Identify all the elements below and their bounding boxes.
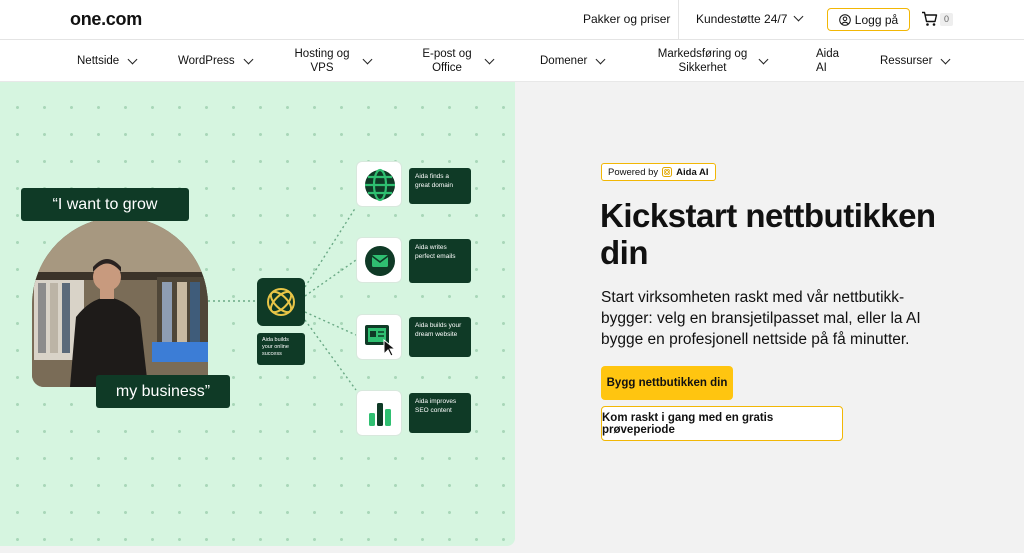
nav-item-label: Aida AI <box>816 48 840 74</box>
website-icon <box>356 314 402 360</box>
aida-core-icon <box>257 278 305 326</box>
center-caption: Aida builds your online success <box>257 333 305 365</box>
hero-description: Start virksomheten raskt med vår nettbut… <box>601 289 921 348</box>
nav-item-label: Nettside <box>77 55 120 67</box>
chevron-down-icon <box>595 54 606 64</box>
hero-illustration: “I want to grow my business” Aida builds… <box>0 82 515 546</box>
nav-item-label: WordPress <box>178 55 235 67</box>
aida-logo-icon <box>662 167 673 177</box>
user-icon <box>838 13 851 26</box>
powered-by-label: Powered by <box>608 166 659 178</box>
aida-brand-label: Aida AI <box>676 166 709 178</box>
page-title: Kickstart nettbutikken din <box>600 197 936 271</box>
nav-item-wordpress[interactable]: WordPress <box>178 40 254 82</box>
tile-label: Aida builds your dream website <box>409 317 471 357</box>
free-trial-button[interactable]: Kom raskt i gang med en gratis prøveperi… <box>601 406 843 441</box>
packages-link[interactable]: Pakker og priser <box>583 12 670 26</box>
one-com-logo[interactable]: one.com <box>70 9 142 30</box>
nav-item-label: E-post og Office <box>422 48 472 74</box>
nav-item-nettside[interactable]: Nettside <box>77 40 138 82</box>
login-button[interactable]: Logg på <box>827 8 910 31</box>
nav-item-label: Ressurser <box>880 55 933 67</box>
quote-bubble-bottom: my business” <box>96 375 230 408</box>
chevron-down-icon <box>758 54 769 64</box>
globe-icon <box>356 161 402 207</box>
top-divider <box>678 0 679 40</box>
cart-icon[interactable] <box>921 11 938 27</box>
tile-label: Aida writes perfect emails <box>409 239 471 283</box>
nav-item-hosting[interactable]: Hosting og VPS <box>290 40 373 82</box>
chevron-down-icon <box>484 54 495 64</box>
build-webshop-button[interactable]: Bygg nettbutikken din <box>601 366 733 400</box>
nav-item-label: Hosting og VPS <box>294 48 350 74</box>
login-label: Logg på <box>854 12 899 27</box>
main-nav: Nettside WordPress Hosting og VPS E-post… <box>0 40 1024 82</box>
powered-by-badge: Powered by Aida AI <box>601 163 716 181</box>
tile-label: Aida improves SEO content <box>409 393 471 433</box>
nav-item-ressurser[interactable]: Ressurser <box>880 40 951 82</box>
support-dropdown[interactable]: Kundestøtte 24/7 <box>696 11 804 26</box>
quote-bubble-top: “I want to grow <box>21 188 189 221</box>
nav-item-label: Markedsføring og Sikkerhet <box>657 48 748 74</box>
nav-item-email[interactable]: E-post og Office <box>418 40 495 82</box>
bar-chart-icon <box>356 390 402 436</box>
chevron-down-icon <box>793 11 804 22</box>
chevron-down-icon <box>362 54 373 64</box>
nav-item-domener[interactable]: Domener <box>540 40 606 82</box>
top-bar: one.com Pakker og priser Kundestøtte 24/… <box>0 0 1024 40</box>
email-icon <box>356 237 402 283</box>
nav-item-marketing[interactable]: Markedsføring og Sikkerhet <box>655 40 769 82</box>
cart-count-badge: 0 <box>940 13 953 26</box>
chevron-down-icon <box>243 54 254 64</box>
tile-label: Aida finds a great domain <box>409 168 471 204</box>
person-photo <box>32 217 208 387</box>
support-label: Kundestøtte 24/7 <box>696 12 788 26</box>
chevron-down-icon <box>940 54 951 64</box>
nav-item-aida[interactable]: Aida AI <box>816 40 840 82</box>
nav-item-label: Domener <box>540 55 588 67</box>
chevron-down-icon <box>127 54 138 64</box>
